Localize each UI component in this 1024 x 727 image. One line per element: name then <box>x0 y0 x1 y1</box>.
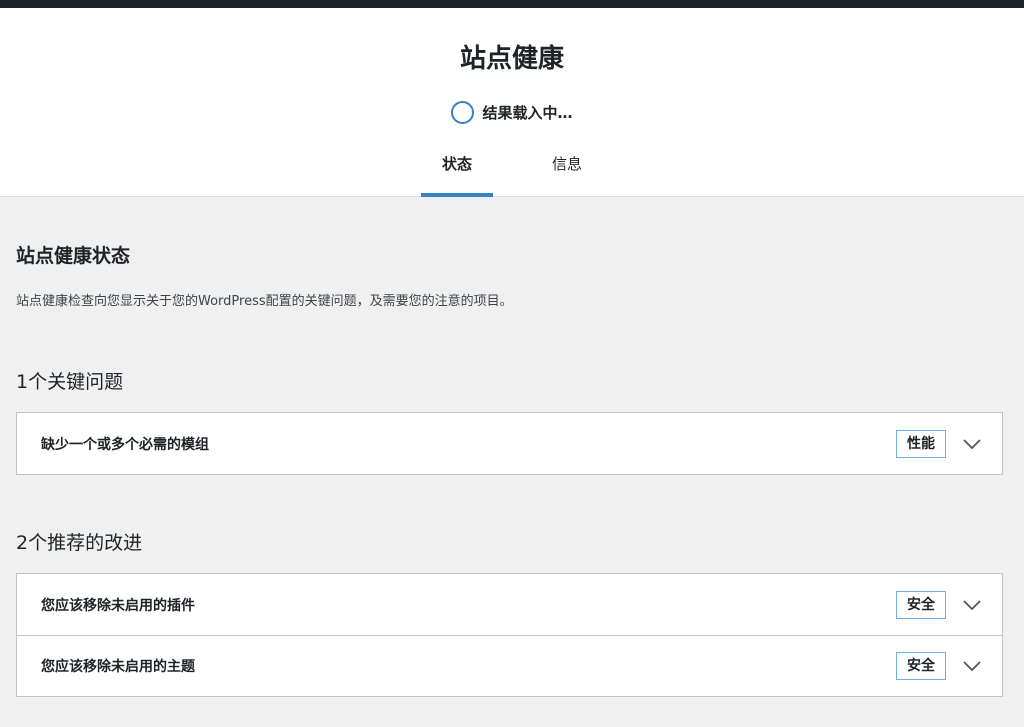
recommended-improvements-list: 您应该移除未启用的插件 安全 您应该移除未启用的主题 安全 <box>16 573 1003 697</box>
site-health-header: 站点健康 结果载入中… 状态 信息 <box>0 8 1024 197</box>
category-badge: 安全 <box>896 590 946 619</box>
issue-row[interactable]: 您应该移除未启用的插件 安全 <box>17 574 1002 635</box>
recommended-improvements-heading: 2个推荐的改进 <box>16 532 143 554</box>
page-title: 站点健康 <box>459 44 564 74</box>
tab-nav: 状态 信息 <box>0 153 1024 197</box>
main-content: 站点健康状态 站点健康检查向您显示关于您的WordPress配置的关键问题，及需… <box>0 241 1024 697</box>
critical-issues-heading: 1个关键问题 <box>16 371 124 393</box>
status-section-title: 站点健康状态 <box>16 245 131 267</box>
issue-label: 缺少一个或多个必需的模组 <box>41 436 209 453</box>
chevron-down-icon[interactable] <box>962 434 982 454</box>
tab-status[interactable]: 状态 <box>421 153 493 197</box>
issue-row[interactable]: 缺少一个或多个必需的模组 性能 <box>17 413 1002 474</box>
issue-row[interactable]: 您应该移除未启用的主题 安全 <box>17 635 1002 696</box>
status-section-description: 站点健康检查向您显示关于您的WordPress配置的关键问题，及需要您的注意的项… <box>16 294 513 309</box>
progress-label: 结果载入中… <box>482 104 573 122</box>
health-progress: 结果载入中… <box>0 101 1024 124</box>
issue-label: 您应该移除未启用的插件 <box>41 597 195 614</box>
category-badge: 性能 <box>896 429 946 458</box>
tab-info[interactable]: 信息 <box>531 153 603 197</box>
chevron-down-icon[interactable] <box>962 656 982 676</box>
issue-label: 您应该移除未启用的主题 <box>41 659 195 675</box>
chevron-down-icon[interactable] <box>962 595 982 615</box>
critical-issues-list: 缺少一个或多个必需的模组 性能 <box>16 412 1003 475</box>
progress-ring-icon <box>451 101 475 124</box>
category-badge: 安全 <box>896 652 946 680</box>
admin-top-bar <box>0 0 1024 8</box>
